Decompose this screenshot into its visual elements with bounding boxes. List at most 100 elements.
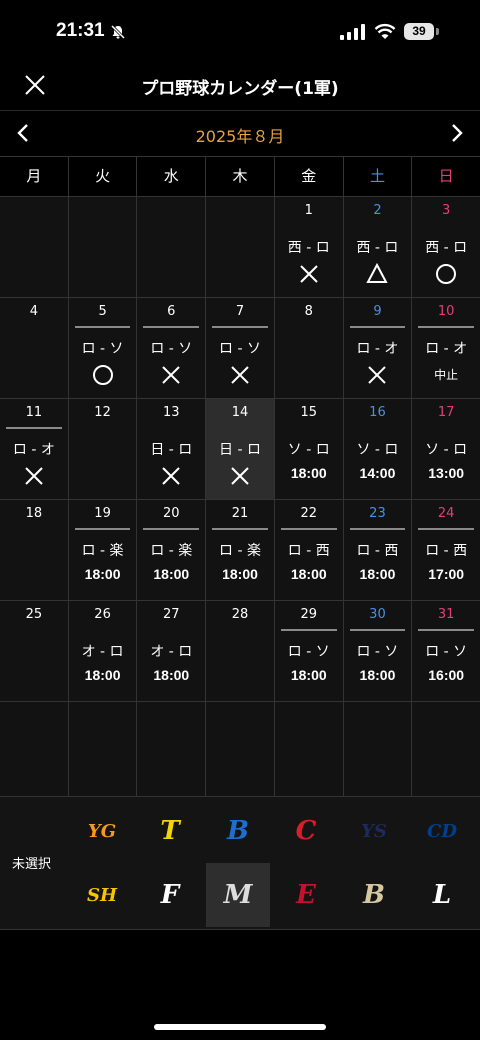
weekday-fri: 金 xyxy=(275,157,344,196)
day-cell-14[interactable]: 14 日 - ロ xyxy=(206,399,275,499)
day-cell-17[interactable]: 17 ソ - ロ 13:00 xyxy=(412,399,480,499)
day-number: 14 xyxy=(231,405,249,420)
home-game-underline xyxy=(143,528,200,530)
matchup-label: ソ - ロ xyxy=(356,442,399,458)
day-cell-10[interactable]: 10 ロ - オ中止 xyxy=(412,298,480,398)
giants-logo[interactable]: YG xyxy=(70,799,134,863)
day-number: 21 xyxy=(231,506,249,521)
baystars-logo[interactable]: B xyxy=(206,799,270,863)
day-cell-18[interactable]: 18 xyxy=(0,500,69,600)
day-number: 24 xyxy=(437,506,455,521)
day-cell-12[interactable]: 12 xyxy=(68,399,138,499)
day-number: 7 xyxy=(235,304,245,319)
home-game-underline xyxy=(6,427,62,429)
day-cell-25[interactable]: 25 xyxy=(0,601,69,701)
win-icon xyxy=(412,263,480,285)
hawks-icon: SH xyxy=(86,884,117,906)
empty-cell xyxy=(68,702,138,802)
home-game-underline xyxy=(212,326,268,328)
day-cell-6[interactable]: 6 ロ - ソ xyxy=(137,298,207,398)
day-cell-3[interactable]: 3 西 - ロ xyxy=(412,197,480,297)
matchup-label: 日 - ロ xyxy=(219,442,261,458)
day-cell-15[interactable]: 15 ソ - ロ 18:00 xyxy=(274,399,344,499)
day-cell-26[interactable]: 26 オ - ロ 18:00 xyxy=(68,601,138,701)
unselected-label[interactable]: 未選択 xyxy=(12,853,51,872)
carp-logo[interactable]: C xyxy=(274,799,338,863)
hawks-logo[interactable]: SH xyxy=(70,863,134,927)
weekday-sun: 日 xyxy=(438,167,454,185)
carp-icon: C xyxy=(295,816,317,846)
calendar-week: 11 ロ - オ 12 13 日 - ロ 14 日 - ロ 15 ソ - ロ 18:00 16 ソ -… xyxy=(0,398,480,499)
game-time: 18:00 xyxy=(359,667,396,683)
eagles-logo[interactable]: E xyxy=(274,863,338,927)
day-cell-22[interactable]: 22 ロ - 西 18:00 xyxy=(274,500,344,600)
empty-cell xyxy=(206,702,275,802)
matchup-label: オ - ロ xyxy=(150,644,193,660)
weekday-mon: 月 xyxy=(0,157,69,196)
day-cell-29[interactable]: 29 ロ - ソ 18:00 xyxy=(274,601,344,701)
matchup-label: ロ - ソ xyxy=(81,341,124,357)
day-cell-8[interactable]: 8 xyxy=(274,298,344,398)
matchup-label: 日 - ロ xyxy=(150,442,193,458)
day-cell-7[interactable]: 7 ロ - ソ xyxy=(206,298,275,398)
battery-indicator: 39 xyxy=(404,23,434,40)
day-number: 15 xyxy=(300,405,317,420)
day-cell-24[interactable]: 24 ロ - 西 17:00 xyxy=(412,500,480,600)
day-cell-9[interactable]: 9 ロ - オ xyxy=(343,298,413,398)
day-cell-11[interactable]: 11 ロ - オ xyxy=(0,399,69,499)
chevron-right-icon[interactable] xyxy=(448,123,466,143)
empty-cell xyxy=(412,702,480,802)
home-game-underline xyxy=(418,326,475,328)
marines-logo[interactable]: M xyxy=(206,863,270,927)
lions-logo[interactable]: L xyxy=(410,863,474,927)
calendar-week xyxy=(0,701,480,802)
calendar-week: 1 西 - ロ 2 西 - ロ 3 西 - ロ xyxy=(0,196,480,297)
home-game-underline xyxy=(212,528,268,530)
calendar-week: 25 26 オ - ロ 18:00 27 オ - ロ 18:00 28 29 ロ - ソ 18:00… xyxy=(0,600,480,701)
day-cell-20[interactable]: 20 ロ - 楽 18:00 xyxy=(137,500,207,600)
day-number: 11 xyxy=(25,405,43,420)
day-cell-1[interactable]: 1 西 - ロ xyxy=(274,197,344,297)
day-cell-2[interactable]: 2 西 - ロ xyxy=(343,197,413,297)
empty-cell xyxy=(0,702,69,802)
matchup-label: ロ - オ xyxy=(356,341,399,357)
dragons-logo[interactable]: CD xyxy=(410,799,474,863)
day-cell-19[interactable]: 19 ロ - 楽 18:00 xyxy=(68,500,138,600)
day-cell-28[interactable]: 28 xyxy=(206,601,275,701)
day-number: 19 xyxy=(94,506,111,521)
calendar-grid: 月 火 水 木 金 土 日 1西 - ロ2西 - ロ3西 - ロ45ロ - ソ6… xyxy=(0,156,480,802)
bell-muted-icon xyxy=(110,24,126,40)
matchup-label: ロ - 楽 xyxy=(150,543,193,559)
day-number: 26 xyxy=(94,607,111,622)
day-cell-4[interactable]: 4 xyxy=(0,298,69,398)
loss-icon xyxy=(344,364,412,386)
game-time: 18:00 xyxy=(222,566,258,582)
day-cell-23[interactable]: 23 ロ - 西 18:00 xyxy=(343,500,413,600)
tigers-logo[interactable]: T xyxy=(138,799,202,863)
loss-icon xyxy=(206,465,274,487)
day-cell-31[interactable]: 31 ロ - ソ 16:00 xyxy=(412,601,480,701)
day-cell-21[interactable]: 21 ロ - 楽 18:00 xyxy=(206,500,275,600)
day-cell-30[interactable]: 30 ロ - ソ 18:00 xyxy=(343,601,413,701)
lions-icon: L xyxy=(432,880,452,910)
empty-cell xyxy=(206,197,275,297)
game-time: 14:00 xyxy=(359,465,396,481)
game-time: 13:00 xyxy=(428,465,465,481)
day-number: 8 xyxy=(304,304,313,319)
day-cell-13[interactable]: 13 日 - ロ xyxy=(137,399,207,499)
day-number: 4 xyxy=(29,304,38,319)
day-cell-16[interactable]: 16 ソ - ロ 14:00 xyxy=(343,399,413,499)
matchup-label: ロ - オ xyxy=(425,341,468,357)
home-game-underline xyxy=(349,528,406,530)
calendar-week: 4 5 ロ - ソ 6 ロ - ソ 7 ロ - ソ 8 9 ロ - オ 10 ロ - オ中止 xyxy=(0,297,480,398)
buffaloes-logo[interactable]: B xyxy=(342,863,406,927)
fighters-logo[interactable]: F xyxy=(138,863,202,927)
day-cell-5[interactable]: 5 ロ - ソ xyxy=(68,298,138,398)
status-time: 21:31 xyxy=(56,20,105,41)
day-number: 3 xyxy=(442,203,451,218)
buffaloes-icon: B xyxy=(363,880,385,910)
swallows-logo[interactable]: YS xyxy=(342,799,406,863)
tigers-icon: T xyxy=(160,816,180,846)
matchup-label: 西 - ロ xyxy=(287,240,330,256)
day-cell-27[interactable]: 27 オ - ロ 18:00 xyxy=(137,601,207,701)
